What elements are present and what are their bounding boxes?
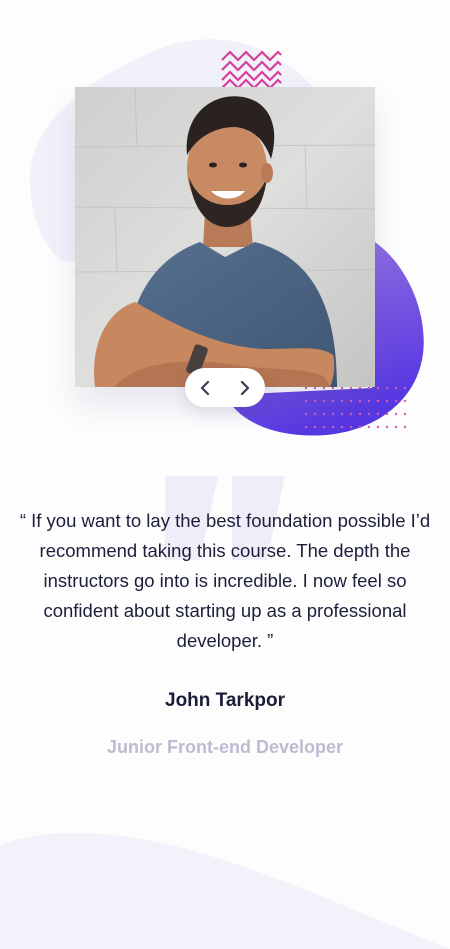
decorative-dot: [367, 412, 371, 416]
next-button[interactable]: [225, 368, 265, 407]
decorative-dot: [403, 412, 407, 416]
author-name: John Tarkpor: [165, 690, 285, 711]
decorative-dot: [313, 386, 317, 390]
testimonial-quote: “ If you want to lay the best foundation…: [19, 510, 431, 651]
decorative-dot: [349, 386, 353, 390]
decorative-dot: [304, 399, 308, 403]
decorative-dot: [394, 412, 398, 416]
decorative-dot: [367, 399, 371, 403]
decorative-dot: [331, 399, 335, 403]
decorative-dot: [349, 399, 353, 403]
slider-controls: [185, 368, 265, 407]
decorative-dot: [367, 386, 371, 390]
decorative-dot: [358, 386, 362, 390]
decorative-dot: [322, 425, 326, 429]
decorative-dot: [349, 425, 353, 429]
decorative-dot: [403, 425, 407, 429]
decorative-dot: [358, 425, 362, 429]
chevron-right-icon: [240, 380, 250, 395]
author-role: Junior Front-end Developer: [106, 737, 344, 757]
decorative-dot: [403, 386, 407, 390]
decorative-dot: [349, 412, 353, 416]
decorative-dot: [304, 425, 308, 429]
decorative-dot: [385, 399, 389, 403]
decorative-dot: [322, 412, 326, 416]
decorative-dot: [313, 425, 317, 429]
testimonial-photo: [75, 87, 375, 387]
decorative-dot: [331, 412, 335, 416]
decorative-dot: [340, 399, 344, 403]
decorative-dot: [403, 399, 407, 403]
chevron-left-icon: [200, 380, 210, 395]
decorative-dot: [394, 386, 398, 390]
decorative-dot: [358, 412, 362, 416]
decorative-dot: [394, 425, 398, 429]
decorative-dot: [313, 412, 317, 416]
decorative-dot: [340, 386, 344, 390]
decorative-dot: [313, 399, 317, 403]
decorative-dot: [376, 412, 380, 416]
decorative-dot: [385, 425, 389, 429]
bottom-wave-shape: [0, 832, 450, 949]
decorative-dot: [394, 399, 398, 403]
decorative-dot: [331, 386, 335, 390]
decorative-dot: [376, 399, 380, 403]
decorative-dot: [340, 412, 344, 416]
decorative-dot: [304, 386, 308, 390]
person-photo-illustration: [75, 87, 375, 387]
decorative-dot: [385, 412, 389, 416]
decorative-dot: [304, 412, 308, 416]
decorative-dot: [322, 399, 326, 403]
decorative-dot: [376, 425, 380, 429]
decorative-dot: [358, 399, 362, 403]
decorative-dot: [367, 425, 371, 429]
decorative-dot: [322, 386, 326, 390]
decorative-dot: [340, 425, 344, 429]
decorative-dot: [376, 386, 380, 390]
decorative-dot: [331, 425, 335, 429]
decorative-dot: [385, 386, 389, 390]
previous-button[interactable]: [185, 368, 225, 407]
